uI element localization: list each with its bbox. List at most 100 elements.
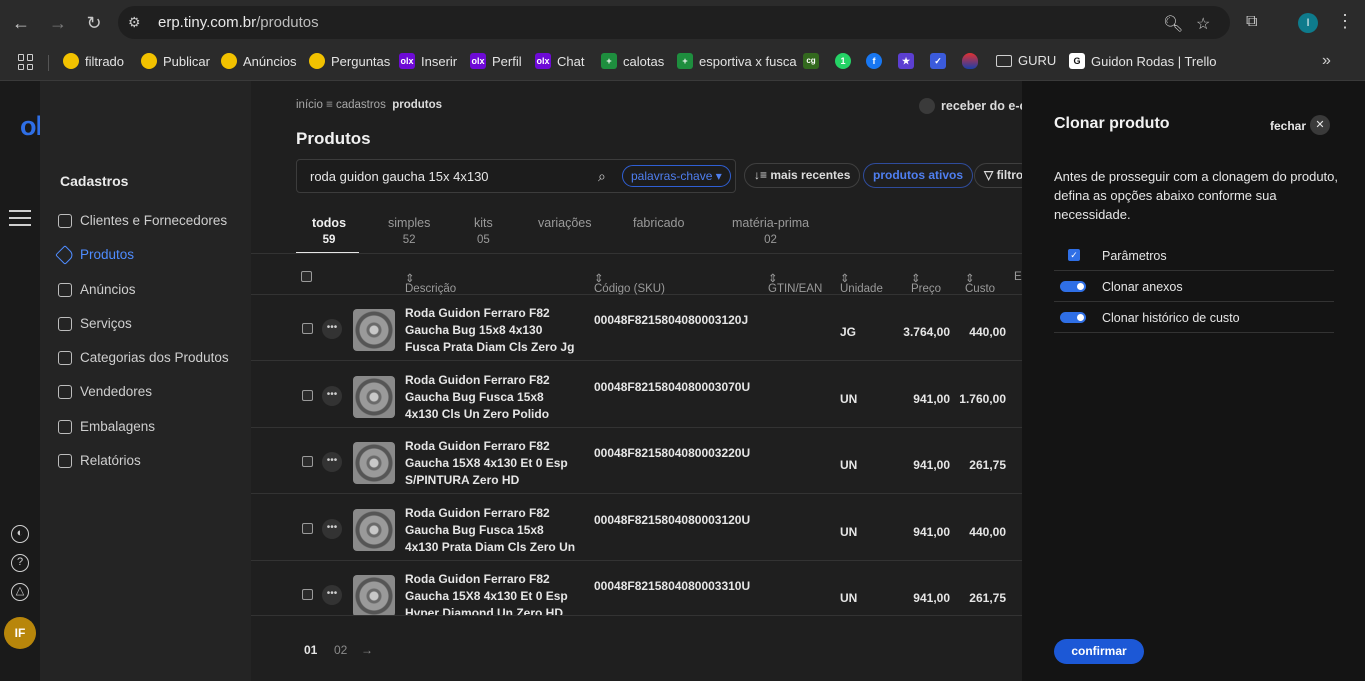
more-bookmarks-icon[interactable]: » xyxy=(1322,52,1331,70)
row-actions-icon[interactable]: ••• xyxy=(322,452,342,472)
bookmark-item[interactable]: Publicar xyxy=(141,53,210,69)
bookmark-item[interactable]: + esportiva x fusca xyxy=(677,53,797,69)
col-gtin[interactable]: GTIN/EAN ⇕ xyxy=(768,271,822,295)
option-toggle[interactable] xyxy=(1060,281,1086,292)
product-description[interactable]: Roda Guidon Ferraro F82 Gaucha Bug Fusca… xyxy=(405,372,580,423)
table-row[interactable]: ••• Roda Guidon Ferraro F82 Gaucha Bug Fu… xyxy=(251,495,1022,561)
bookmark-item[interactable]: ★ xyxy=(898,53,914,69)
breadcrumb-cadastros[interactable]: cadastros xyxy=(336,99,386,111)
table-row[interactable]: ••• Roda Guidon Ferraro F82 Gaucha 15X8 4… xyxy=(251,428,1022,494)
apps-grid-icon[interactable] xyxy=(18,54,34,70)
sidebar-item[interactable]: Serviços xyxy=(58,316,132,331)
close-icon[interactable]: ✕ xyxy=(1310,115,1330,135)
sidebar-item[interactable]: Vendedores xyxy=(58,384,152,399)
notifications-bell-icon[interactable]: △ xyxy=(11,583,29,601)
site-info-icon[interactable]: ⚙ xyxy=(128,14,146,32)
page-1-link[interactable]: 01 xyxy=(304,643,317,657)
bookmark-item[interactable]: ✓ xyxy=(930,53,946,69)
select-all-checkbox[interactable] xyxy=(301,271,312,282)
next-page-icon[interactable]: → xyxy=(361,643,373,657)
sidebar-item[interactable]: Categorias dos Produtos xyxy=(58,350,229,365)
row-checkbox[interactable] xyxy=(302,323,313,334)
col-sku[interactable]: Código (SKU) ⇕ xyxy=(594,271,665,295)
zoom-icon[interactable]: 🔍︎ xyxy=(1163,14,1183,34)
theme-toggle-icon[interactable]: ◐ xyxy=(11,525,29,543)
row-actions-icon[interactable]: ••• xyxy=(322,585,342,605)
sort-button[interactable]: ↓≡ mais recentes xyxy=(744,163,861,188)
search-icon[interactable]: ⌕ xyxy=(598,168,606,185)
bookmark-item[interactable]: + calotas xyxy=(601,53,664,69)
product-thumbnail[interactable] xyxy=(353,309,395,351)
tab-item[interactable]: matéria-prima 02 xyxy=(732,216,809,246)
close-link[interactable]: fechar xyxy=(1270,119,1306,133)
col-descricao[interactable]: Descrição ⇕ xyxy=(405,271,456,295)
row-checkbox[interactable] xyxy=(302,456,313,467)
user-avatar[interactable]: IF xyxy=(4,617,36,649)
search-field[interactable]: roda guidon gaucha 15x 4x130 ⌕ palavras-… xyxy=(296,159,736,193)
breadcrumb-inicio[interactable]: início xyxy=(296,99,323,111)
extensions-icon[interactable]: ⧉ xyxy=(1246,13,1257,31)
tab-item[interactable]: variações xyxy=(538,216,592,234)
bookmark-item[interactable]: cg xyxy=(803,53,819,69)
back-arrow-icon[interactable]: ← xyxy=(9,11,33,35)
bookmark-item[interactable]: G Guidon Rodas | Trello xyxy=(1069,53,1217,69)
product-description[interactable]: Roda Guidon Ferraro F82 Gaucha Bug Fusca… xyxy=(405,505,580,556)
product-thumbnail[interactable] xyxy=(353,508,395,551)
row-actions-icon[interactable]: ••• xyxy=(322,385,342,406)
tab-item[interactable]: todos 59 xyxy=(312,216,346,246)
row-actions-icon[interactable]: ••• xyxy=(322,518,342,539)
tab-item[interactable]: fabricado xyxy=(633,216,684,234)
col-custo[interactable]: Custo ⇕ xyxy=(965,271,995,295)
clone-option[interactable]: ✓ Parâmetros xyxy=(1054,240,1334,271)
tab-item[interactable]: simples 52 xyxy=(388,216,430,246)
bookmark-star-icon[interactable]: ☆ xyxy=(1196,14,1210,34)
bookmark-item[interactable]: olx Chat xyxy=(535,53,584,69)
product-thumbnail[interactable] xyxy=(353,442,395,484)
product-description[interactable]: Roda Guidon Ferraro F82 Gaucha Bug 15x8 … xyxy=(405,305,580,356)
bookmark-item[interactable]: olx Inserir xyxy=(399,53,457,69)
tab-item[interactable]: kits 05 xyxy=(474,216,493,246)
clone-option[interactable]: Clonar anexos xyxy=(1054,271,1334,302)
row-actions-icon[interactable]: ••• xyxy=(322,319,342,339)
filter-button[interactable]: ▽ filtro xyxy=(974,163,1022,188)
bookmark-item[interactable]: Anúncios xyxy=(221,53,296,69)
bookmark-item[interactable] xyxy=(962,53,978,69)
keyword-filter-chip[interactable]: palavras-chave ▾ xyxy=(622,165,731,187)
active-products-button[interactable]: produtos ativos xyxy=(863,163,974,188)
row-checkbox[interactable] xyxy=(302,522,313,534)
col-preco[interactable]: Preço ⇕ xyxy=(911,271,941,295)
parametros-checkbox[interactable]: ✓ xyxy=(1068,249,1080,261)
clone-option[interactable]: Clonar histórico de custo xyxy=(1054,302,1334,333)
bookmark-item[interactable]: filtrado xyxy=(63,53,124,69)
address-bar[interactable]: ⚙ erp.tiny.com.br/produtos 🔍︎ ☆ xyxy=(118,6,1230,39)
sidebar-item[interactable]: Produtos xyxy=(55,244,134,265)
menu-toggle-icon[interactable] xyxy=(9,210,31,226)
product-description[interactable]: Roda Guidon Ferraro F82 Gaucha 15X8 4x13… xyxy=(405,438,580,489)
sidebar-item[interactable]: Relatórios xyxy=(58,453,141,468)
page-2-link[interactable]: 02 xyxy=(334,643,347,657)
bookmark-item[interactable]: 1 xyxy=(835,53,851,69)
table-row[interactable]: ••• Roda Guidon Ferraro F82 Gaucha Bug 15… xyxy=(251,295,1022,361)
sidebar-item[interactable]: Embalagens xyxy=(58,419,155,434)
col-unidade[interactable]: Unidade ⇕ xyxy=(840,271,883,295)
profile-avatar[interactable]: I xyxy=(1298,13,1318,33)
forward-arrow-icon[interactable]: → xyxy=(46,11,70,35)
row-checkbox[interactable] xyxy=(302,589,313,600)
sidebar-item[interactable]: Anúncios xyxy=(58,282,136,297)
bookmark-item[interactable]: GURU xyxy=(996,53,1056,68)
reload-icon[interactable]: ↻ xyxy=(82,11,106,35)
url-text[interactable]: erp.tiny.com.br/produtos xyxy=(158,14,319,31)
product-thumbnail[interactable] xyxy=(353,375,395,418)
table-row[interactable]: ••• Roda Guidon Ferraro F82 Gaucha Bug Fu… xyxy=(251,362,1022,428)
row-checkbox[interactable] xyxy=(302,389,313,401)
receber-link[interactable]: receber do e-c xyxy=(919,98,1022,114)
confirm-button[interactable]: confirmar xyxy=(1054,639,1144,664)
product-thumbnail[interactable] xyxy=(353,575,395,617)
sidebar-item[interactable]: Clientes e Fornecedores xyxy=(58,213,227,228)
option-toggle[interactable] xyxy=(1060,312,1086,323)
bookmark-item[interactable]: Perguntas xyxy=(309,53,390,69)
browser-menu-icon[interactable]: ⋮ xyxy=(1336,11,1354,32)
help-icon[interactable]: ? xyxy=(11,554,29,572)
search-input[interactable]: roda guidon gaucha 15x 4x130 xyxy=(310,169,489,184)
bookmark-item[interactable]: f xyxy=(866,53,882,69)
